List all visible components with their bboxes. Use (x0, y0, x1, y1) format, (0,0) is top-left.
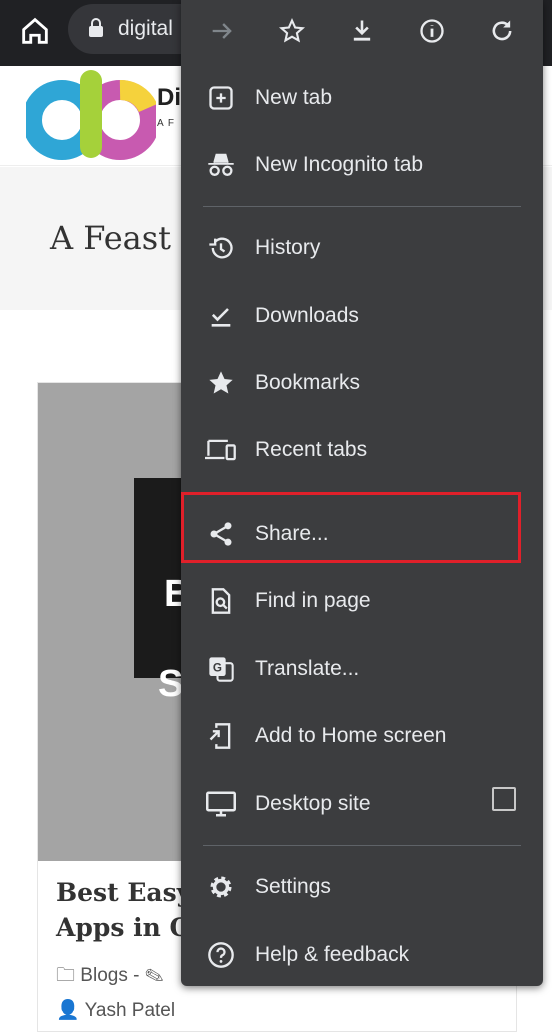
post-author[interactable]: 👤 Yash Patel (56, 998, 175, 1022)
menu-item-label: Bookmarks (255, 371, 361, 394)
menu-item-incognito[interactable]: New Incognito tab (181, 134, 543, 196)
menu-item-bookmarks[interactable]: Bookmarks (181, 352, 543, 414)
new-tab-icon (201, 78, 241, 118)
history-icon (201, 228, 241, 268)
menu-item-label: Settings (255, 875, 331, 898)
menu-item-settings[interactable]: Settings (181, 856, 543, 918)
desktop-site-checkbox[interactable] (492, 787, 516, 811)
menu-item-label: New Incognito tab (255, 153, 424, 176)
find-in-page-icon (201, 581, 241, 621)
incognito-icon (201, 145, 241, 185)
refresh-icon[interactable] (482, 11, 522, 51)
post-title[interactable]: Best Easy Apps in O (56, 875, 191, 945)
menu-item-new-tab[interactable]: New tab (181, 67, 543, 129)
menu-divider (203, 845, 521, 846)
add-to-home-icon (201, 716, 241, 756)
home-icon[interactable] (18, 14, 52, 48)
separator: - (133, 965, 140, 986)
desktop-icon (201, 784, 241, 824)
help-icon (201, 935, 241, 975)
menu-item-label: Add to Home screen (255, 724, 447, 747)
site-tagline: A F (157, 118, 176, 129)
menu-item-translate[interactable]: G Translate... (181, 638, 543, 700)
user-icon: 👤 (56, 1000, 80, 1021)
folder-icon: 🗀 (56, 965, 76, 986)
gear-icon (201, 867, 241, 907)
post-category[interactable]: 🗀 Blogs - ✎ (56, 961, 164, 993)
menu-item-label: Recent tabs (255, 438, 368, 461)
svg-text:G: G (213, 661, 222, 674)
author-link[interactable]: Yash Patel (85, 1000, 175, 1021)
site-logo[interactable] (26, 70, 156, 164)
menu-item-label: Downloads (255, 304, 359, 327)
devices-icon (201, 430, 241, 470)
site-brand: Di (157, 84, 181, 111)
bookmark-star-icon (201, 363, 241, 403)
post-title-line: Apps in O (56, 913, 192, 942)
menu-item-downloads[interactable]: Downloads (181, 285, 543, 347)
post-title-line: Best Easy (56, 878, 192, 907)
translate-icon: G (201, 649, 241, 689)
menu-item-label: New tab (255, 86, 333, 109)
menu-divider (203, 206, 521, 207)
menu-item-find-in-page[interactable]: Find in page (181, 570, 543, 632)
url-text: digital (118, 17, 173, 40)
info-icon[interactable] (412, 11, 452, 51)
thumb-letter: S (158, 663, 184, 705)
menu-item-label: Help & feedback (255, 943, 410, 966)
edit-icon: ✎ (144, 965, 164, 986)
downloads-check-icon (201, 296, 241, 336)
hero-title: A Feast (50, 219, 172, 257)
menu-item-label: History (255, 236, 321, 259)
menu-item-label: Desktop site (255, 792, 371, 815)
menu-item-label: Translate... (255, 657, 360, 680)
menu-item-recent-tabs[interactable]: Recent tabs (181, 419, 543, 481)
menu-item-help[interactable]: Help & feedback (181, 924, 543, 986)
lock-icon (88, 18, 104, 38)
share-highlight-box (181, 492, 521, 563)
download-icon[interactable] (342, 11, 382, 51)
category-link[interactable]: Blogs (80, 965, 128, 986)
menu-item-desktop-site[interactable]: Desktop site (181, 773, 543, 835)
forward-icon[interactable] (202, 11, 242, 51)
menu-toolbar (181, 0, 543, 62)
menu-item-history[interactable]: History (181, 217, 543, 279)
menu-item-add-to-home[interactable]: Add to Home screen (181, 705, 543, 767)
menu-item-label: Find in page (255, 589, 371, 612)
star-icon[interactable] (272, 11, 312, 51)
